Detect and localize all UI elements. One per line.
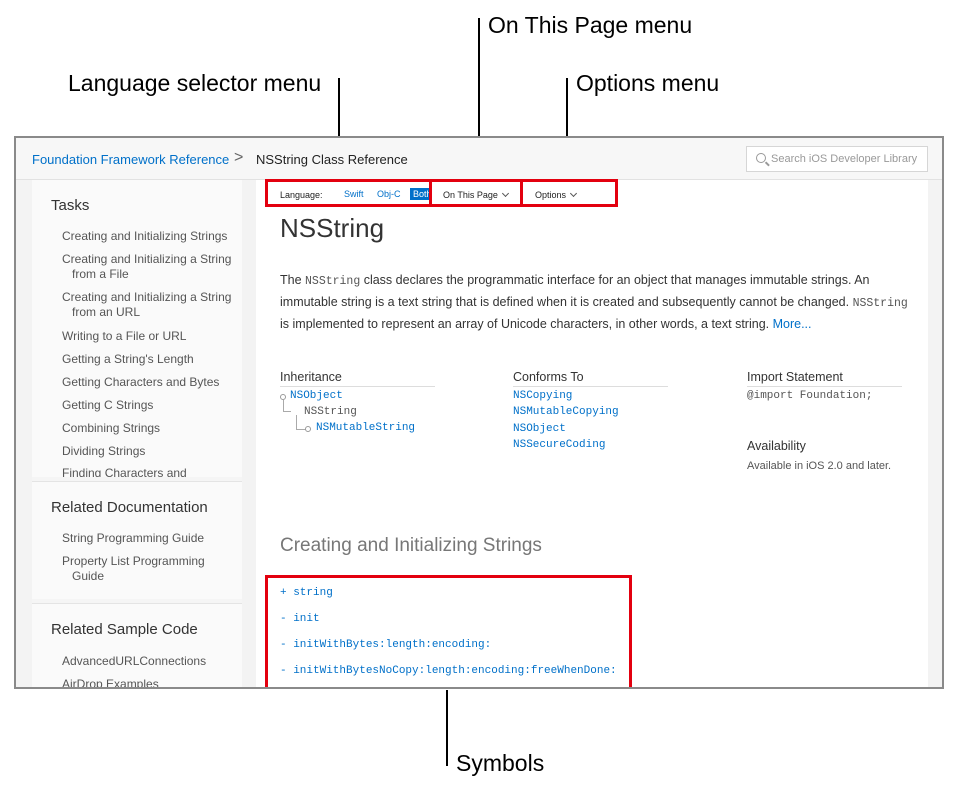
conforms-heading: Conforms To — [513, 370, 668, 387]
conforms-item-link[interactable]: NSSecureCoding — [513, 439, 605, 451]
symbol-link[interactable]: - init — [280, 613, 320, 625]
callout-line-symbols — [446, 690, 448, 766]
conforms-item-link[interactable]: NSObject — [513, 423, 566, 435]
breadcrumb-chevron-icon: > — [234, 149, 244, 166]
options-menu[interactable]: Options — [520, 179, 618, 207]
on-this-page-label: On This Page — [443, 189, 509, 200]
language-option-objc[interactable]: Obj-C — [374, 188, 404, 200]
import-statement: @import Foundation; — [747, 390, 873, 402]
sidebar-related-code-title: Related Sample Code — [51, 621, 198, 638]
options-label: Options — [535, 189, 578, 200]
sidebar-task-item[interactable]: Creating and Initializing a String from … — [62, 290, 232, 320]
language-selector-menu: Language: Swift Obj-C Both — [265, 179, 437, 207]
symbol-link[interactable]: - initWithBytes:length:encoding: — [280, 639, 491, 651]
sidebar-related-code-section: Related Sample Code AdvancedURLConnectio… — [32, 603, 242, 687]
sidebar-related-doc-item[interactable]: Property List Programming Guide — [62, 554, 232, 584]
callout-symbols: Symbols — [456, 750, 545, 776]
availability-heading: Availability — [747, 439, 806, 453]
code-nsstring: NSString — [852, 297, 908, 310]
on-this-page-menu[interactable]: On This Page — [429, 179, 523, 207]
symbol-link[interactable]: - initWithBytesNoCopy:length:encoding:fr… — [280, 665, 617, 677]
sidebar-related-code-item[interactable]: AdvancedURLConnections — [62, 654, 232, 669]
tree-node-icon — [305, 426, 311, 432]
conforms-item-link[interactable]: NSCopying — [513, 390, 572, 402]
search-input[interactable]: Search iOS Developer Library — [746, 146, 928, 172]
sidebar-task-item[interactable]: Getting Characters and Bytes — [62, 375, 232, 390]
section-heading: Creating and Initializing Strings — [280, 535, 542, 556]
sidebar-task-item[interactable]: Getting a String's Length — [62, 352, 232, 367]
sidebar-task-item[interactable]: Dividing Strings — [62, 444, 232, 459]
availability-value: Available in iOS 2.0 and later. — [747, 460, 892, 472]
sidebar: Tasks Creating and Initializing Strings … — [32, 180, 242, 687]
inheritance-nsstring: NSString — [304, 406, 357, 418]
symbols-list: + string - init - initWithBytes:length:e… — [265, 575, 632, 687]
breadcrumb-current: NSString Class Reference — [256, 152, 408, 167]
sidebar-related-docs-title: Related Documentation — [51, 499, 208, 516]
sidebar-task-item[interactable]: Finding Characters and — [62, 466, 232, 477]
inheritance-nsobject-link[interactable]: NSObject — [290, 390, 343, 402]
callout-options: Options menu — [576, 70, 720, 96]
sidebar-tasks-title: Tasks — [51, 197, 90, 214]
sidebar-task-item[interactable]: Writing to a File or URL — [62, 329, 232, 344]
callout-on-this-page: On This Page menu — [488, 12, 693, 38]
chevron-down-icon — [501, 189, 509, 198]
main-content: Language: Swift Obj-C Both On This Page … — [256, 179, 928, 687]
chevron-down-icon — [569, 189, 578, 198]
tree-line — [283, 411, 291, 412]
sidebar-task-item[interactable]: Creating and Initializing a String from … — [62, 252, 232, 282]
sidebar-task-item[interactable]: Creating and Initializing Strings — [62, 229, 232, 244]
top-bar: Foundation Framework Reference > NSStrin… — [16, 138, 942, 180]
tree-line — [296, 415, 297, 430]
conforms-item-link[interactable]: NSMutableCopying — [513, 406, 619, 418]
search-placeholder: Search iOS Developer Library — [771, 153, 918, 165]
sidebar-tasks-section: Tasks Creating and Initializing Strings … — [32, 180, 242, 477]
sidebar-task-item[interactable]: Combining Strings — [62, 421, 232, 436]
language-option-swift[interactable]: Swift — [341, 188, 367, 200]
more-link[interactable]: More... — [773, 317, 812, 331]
callout-language-selector: Language selector menu — [68, 70, 322, 96]
inheritance-nsmutablestring-link[interactable]: NSMutableString — [316, 422, 415, 434]
sidebar-related-doc-item[interactable]: String Programming Guide — [62, 531, 232, 546]
language-label: Language: — [280, 190, 323, 200]
sidebar-related-docs-section: Related Documentation String Programming… — [32, 481, 242, 599]
sidebar-related-code-item[interactable]: AirDrop Examples — [62, 677, 232, 687]
class-description: The NSString class declares the programm… — [280, 273, 908, 331]
sidebar-task-item[interactable]: Getting C Strings — [62, 398, 232, 413]
inheritance-heading: Inheritance — [280, 370, 435, 387]
search-icon — [756, 153, 766, 163]
symbol-link[interactable]: + string — [280, 587, 333, 599]
code-nsstring: NSString — [305, 275, 361, 288]
breadcrumb-framework-link[interactable]: Foundation Framework Reference — [32, 152, 229, 167]
page-title: NSString — [280, 213, 385, 243]
import-heading: Import Statement — [747, 370, 902, 387]
browser-window: Foundation Framework Reference > NSStrin… — [14, 136, 944, 689]
